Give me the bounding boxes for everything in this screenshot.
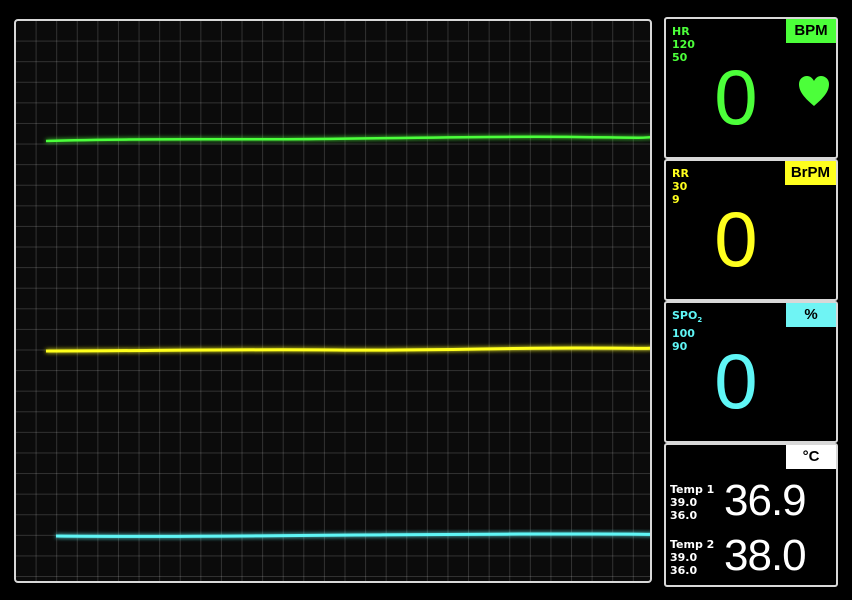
- hr-label: HR: [672, 25, 690, 38]
- spo2-box: SPO2 100 90 % 0: [664, 301, 838, 443]
- hr-upper-limit: 120: [672, 38, 695, 51]
- rr-label: RR: [672, 167, 689, 180]
- temp-unit-badge: °C: [786, 445, 836, 469]
- resp-rate-box: RR 30 9 BrPM 0: [664, 159, 838, 301]
- temp-1-row: Temp 1 39.0 36.0 36.9: [670, 475, 834, 529]
- hr-value: 0: [714, 53, 758, 141]
- vitals-sidebar: HR 120 50 BPM 0 RR 30 9 BrPM 0 SPO2 100 …: [664, 17, 838, 587]
- temp-1-lower-limit: 36.0: [670, 509, 698, 522]
- spo2-label: SPO2: [672, 309, 703, 325]
- heart-rate-box: HR 120 50 BPM 0: [664, 17, 838, 159]
- spo2-unit-badge: %: [786, 303, 836, 327]
- spo2-value: 0: [714, 337, 758, 425]
- rr-value: 0: [714, 195, 758, 283]
- temp-1-upper-limit: 39.0: [670, 496, 698, 509]
- hr-waveform: [45, 135, 650, 143]
- rr-unit-badge: BrPM: [784, 161, 836, 185]
- temp-1-label: Temp 1: [670, 483, 715, 496]
- rr-waveform: [45, 346, 650, 353]
- waveform-traces: [45, 135, 650, 538]
- waveform-panel: [14, 19, 652, 583]
- temp-2-row: Temp 2 39.0 36.0 38.0: [670, 530, 834, 584]
- spo2-upper-limit: 100: [672, 327, 695, 341]
- temp-1-value: 36.9: [724, 476, 807, 525]
- heart-icon: [799, 76, 829, 106]
- temp-2-label-block: Temp 2 39.0 36.0: [670, 538, 714, 577]
- spo2-label-sub: 2: [697, 316, 703, 325]
- temp-2-label: Temp 2: [670, 538, 715, 551]
- temp-1-label-block: Temp 1 39.0 36.0: [670, 483, 714, 522]
- temp-2-upper-limit: 39.0: [670, 551, 698, 564]
- temperature-box: °C Temp 1 39.0 36.0 36.9 Temp 2 39.0 36.…: [664, 443, 838, 587]
- rr-upper-limit: 30: [672, 180, 688, 193]
- spo2-waveform: [55, 532, 650, 538]
- hr-unit-badge: BPM: [786, 19, 836, 43]
- temp-2-value: 38.0: [724, 531, 807, 580]
- temp-2-lower-limit: 36.0: [670, 564, 698, 577]
